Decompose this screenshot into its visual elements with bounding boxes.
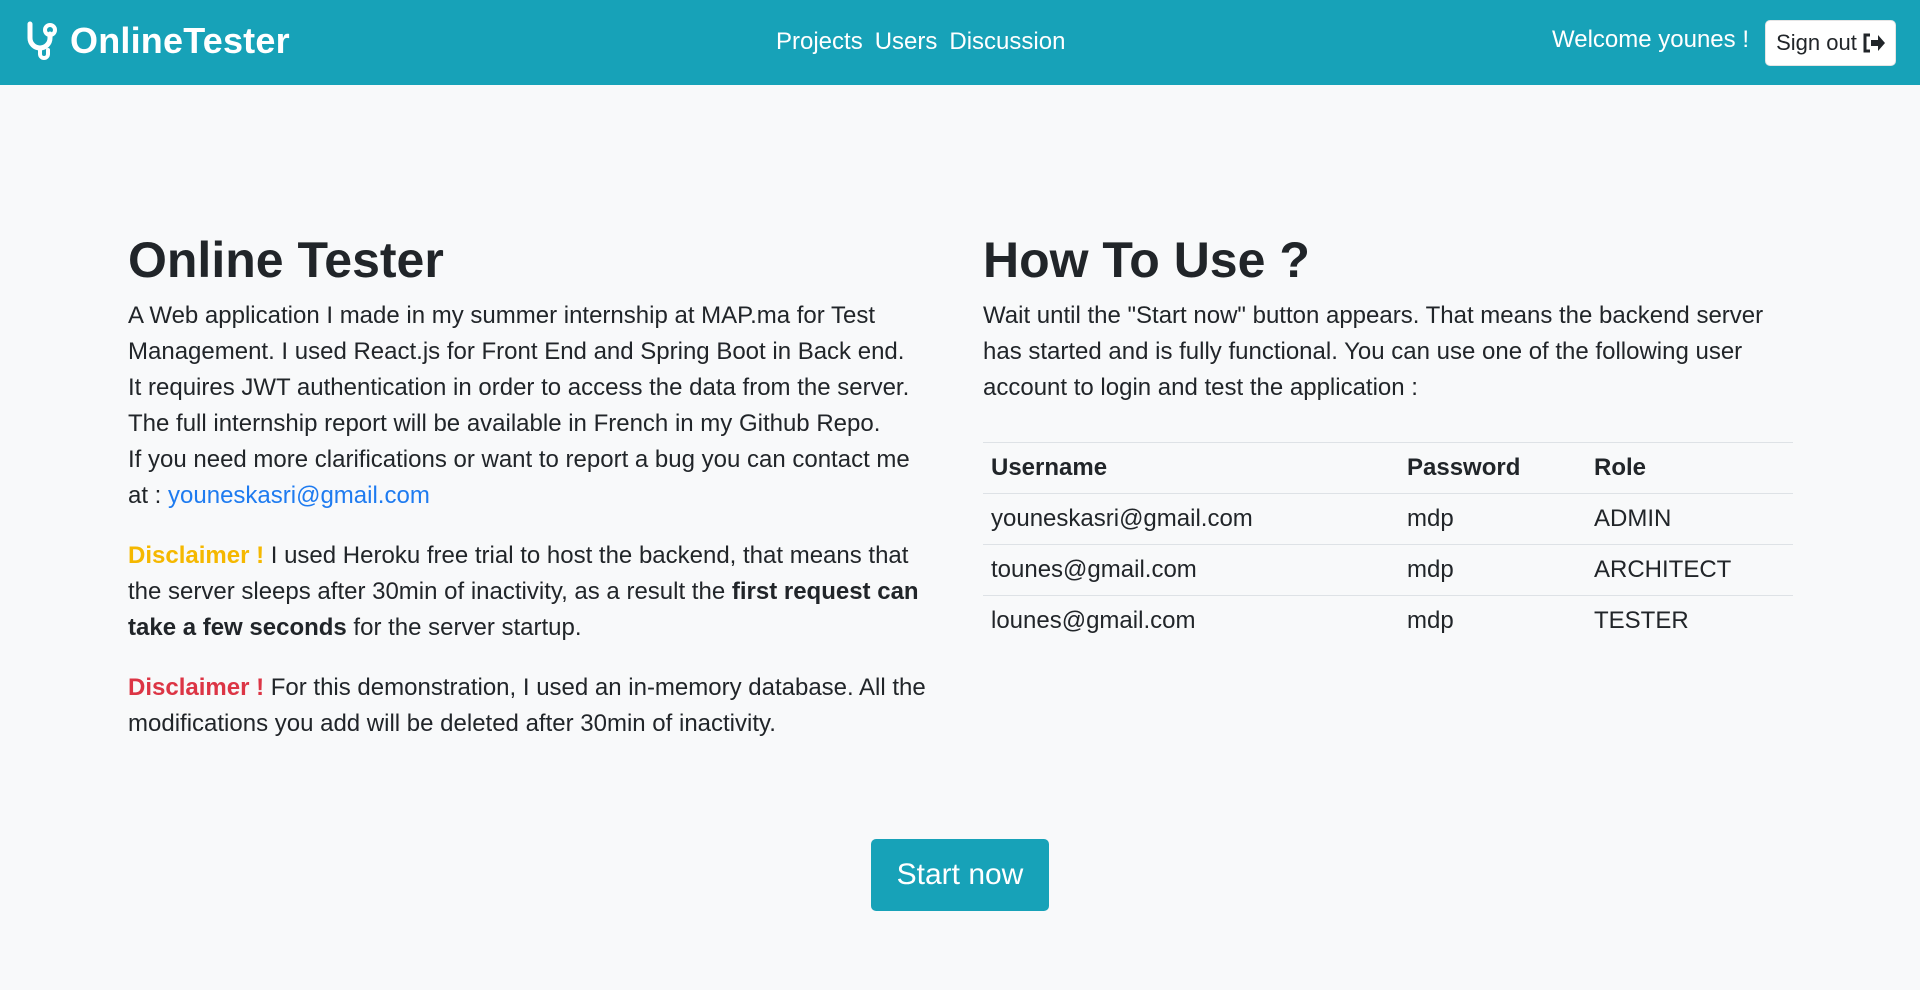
how-to-text: Wait until the "Start now" button appear… — [983, 302, 1764, 401]
cell-role: ARCHITECT — [1586, 544, 1793, 596]
cell-role: TESTER — [1586, 595, 1793, 647]
welcome-text: Welcome younes ! — [1552, 26, 1749, 53]
cell-username: lounes@gmail.com — [983, 595, 1399, 647]
navbar: OnlineTester Projects Users Discussion W… — [0, 0, 1920, 85]
accounts-table: Username Password Role youneskasri@gmail… — [983, 442, 1793, 647]
cell-username: youneskasri@gmail.com — [983, 493, 1399, 545]
about-line-3: The full internship report will be avail… — [128, 410, 881, 437]
cell-username: tounes@gmail.com — [983, 544, 1399, 596]
about-title: Online Tester — [128, 232, 444, 288]
database-disclaimer: Disclaimer ! For this demonstration, I u… — [128, 670, 928, 742]
nav-users[interactable]: Users — [875, 28, 938, 56]
heroku-disclaimer: Disclaimer ! I used Heroku free trial to… — [128, 538, 928, 646]
brand-link[interactable]: OnlineTester — [22, 20, 290, 62]
stethoscope-icon — [27, 21, 57, 60]
nav-links: Projects Users Discussion — [776, 28, 1065, 56]
table-row: youneskasri@gmail.com mdp ADMIN — [983, 493, 1793, 545]
contact-line: If you need more clarifications or want … — [128, 442, 928, 514]
start-now-button[interactable]: Start now — [871, 839, 1049, 911]
about-description: A Web application I made in my summer in… — [128, 298, 928, 514]
table-row: tounes@gmail.com mdp ARCHITECT — [983, 544, 1793, 596]
brand-name: OnlineTester — [70, 20, 290, 61]
cell-password: mdp — [1399, 595, 1586, 647]
table-row: lounes@gmail.com mdp TESTER — [983, 595, 1793, 647]
disclaimer-warning-label: Disclaimer ! — [128, 542, 265, 569]
header-username: Username — [983, 442, 1399, 494]
about-line-2: It requires JWT authentication in order … — [128, 374, 910, 401]
header-password: Password — [1399, 442, 1586, 494]
cell-role: ADMIN — [1586, 493, 1793, 545]
nav-projects[interactable]: Projects — [776, 28, 863, 56]
sign-out-label: Sign out — [1776, 30, 1857, 55]
about-section: Online Tester A Web application I made i… — [128, 230, 928, 742]
how-to-use-section: How To Use ? Wait until the "Start now" … — [983, 230, 1793, 647]
about-line-1: A Web application I made in my summer in… — [128, 302, 905, 365]
cell-password: mdp — [1399, 544, 1586, 596]
cell-password: mdp — [1399, 493, 1586, 545]
sign-out-icon — [1863, 33, 1885, 53]
disclaimer-danger-label: Disclaimer ! — [128, 674, 265, 701]
table-header-row: Username Password Role — [983, 442, 1793, 494]
contact-email-link[interactable]: youneskasri@gmail.com — [168, 482, 430, 509]
disclaimer-warning-text-2: for the server startup. — [346, 614, 582, 641]
header-role: Role — [1586, 442, 1793, 494]
how-to-title: How To Use ? — [983, 232, 1310, 288]
sign-out-button[interactable]: Sign out — [1765, 20, 1896, 66]
nav-discussion[interactable]: Discussion — [949, 28, 1065, 56]
